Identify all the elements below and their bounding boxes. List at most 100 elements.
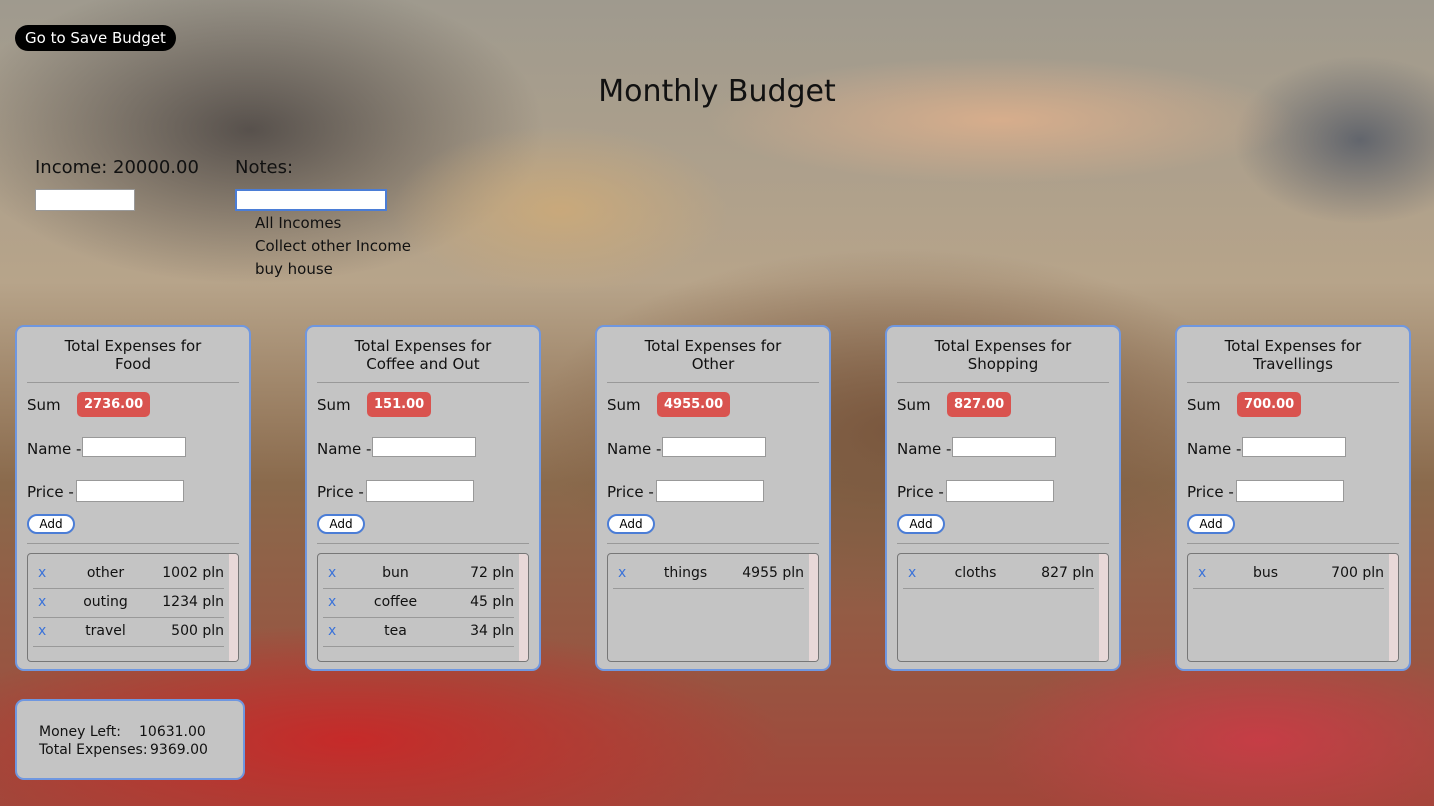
notes-input[interactable] — [235, 189, 387, 211]
expense-item-name: outing — [83, 594, 128, 610]
add-item-button[interactable]: Add — [317, 514, 365, 534]
expense-item-name: coffee — [373, 594, 418, 610]
sum-label: Sum — [607, 396, 641, 414]
expense-card: Total Expenses for Food Sum 2736.00 Name… — [15, 325, 251, 671]
expense-item-price: 700 pln — [1331, 565, 1384, 581]
scrollbar[interactable] — [809, 554, 818, 661]
sum-label: Sum — [897, 396, 931, 414]
name-label: Name - — [607, 440, 662, 458]
expense-card: Total Expenses for Coffee and Out Sum 15… — [305, 325, 541, 671]
divider — [317, 382, 529, 383]
add-item-button[interactable]: Add — [607, 514, 655, 534]
card-category-name: Other — [691, 355, 735, 373]
total-expenses-label: Total Expenses: — [39, 742, 148, 758]
income-input[interactable] — [35, 189, 135, 211]
budget-summary: Money Left: 10631.00 Total Expenses: 936… — [15, 699, 245, 780]
expense-list[interactable]: x things 4955 pln — [607, 553, 819, 662]
delete-item-button[interactable]: x — [38, 594, 46, 610]
go-to-save-budget-button[interactable]: Go to Save Budget — [15, 25, 176, 51]
add-item-button[interactable]: Add — [1187, 514, 1235, 534]
page-title: Monthly Budget — [598, 74, 836, 109]
name-label: Name - — [1187, 440, 1242, 458]
item-price-input[interactable] — [1236, 480, 1344, 502]
sum-badge: 2736.00 — [77, 392, 151, 417]
money-left-value: 10631.00 — [139, 724, 206, 740]
card-title: Total Expenses for Other — [607, 337, 819, 373]
expense-row: x travel 500 pln — [33, 617, 224, 647]
sum-badge: 4955.00 — [657, 392, 731, 417]
total-expenses-line: Total Expenses: 9369.00 — [39, 742, 208, 758]
divider — [897, 543, 1109, 544]
expense-list[interactable]: x bun 72 pln x coffee 45 pln x tea 34 pl… — [317, 553, 529, 662]
expense-item-price: 34 pln — [470, 623, 514, 639]
card-title-line: Total Expenses for — [1224, 337, 1362, 355]
delete-item-button[interactable]: x — [328, 623, 336, 639]
price-label: Price - — [607, 483, 654, 501]
item-name-input[interactable] — [372, 437, 476, 457]
expense-row: x things 4955 pln — [613, 559, 804, 589]
expense-row: x outing 1234 pln — [33, 588, 224, 618]
expense-item-price: 1234 pln — [162, 594, 224, 610]
item-name-input[interactable] — [952, 437, 1056, 457]
item-price-input[interactable] — [946, 480, 1054, 502]
delete-item-button[interactable]: x — [328, 565, 336, 581]
expense-row: x coffee 45 pln — [323, 588, 514, 618]
divider — [607, 382, 819, 383]
card-title: Total Expenses for Travellings — [1187, 337, 1399, 373]
card-category-name: Coffee and Out — [366, 355, 480, 373]
delete-item-button[interactable]: x — [1198, 565, 1206, 581]
total-expenses-value: 9369.00 — [150, 742, 208, 758]
expense-card: Total Expenses for Shopping Sum 827.00 N… — [885, 325, 1121, 671]
sum-badge: 151.00 — [367, 392, 432, 417]
card-category-name: Food — [115, 355, 151, 373]
expense-card: Total Expenses for Other Sum 4955.00 Nam… — [595, 325, 831, 671]
expense-row: x tea 34 pln — [323, 617, 514, 647]
note-item: Collect other Income — [255, 237, 412, 255]
delete-item-button[interactable]: x — [618, 565, 626, 581]
expense-list[interactable]: x other 1002 pln x outing 1234 pln x tra… — [27, 553, 239, 662]
divider — [897, 382, 1109, 383]
add-item-button[interactable]: Add — [897, 514, 945, 534]
name-label: Name - — [317, 440, 372, 458]
card-title: Total Expenses for Food — [27, 337, 239, 373]
item-price-input[interactable] — [76, 480, 184, 502]
sum-badge: 827.00 — [947, 392, 1012, 417]
item-price-input[interactable] — [656, 480, 764, 502]
item-name-input[interactable] — [82, 437, 186, 457]
add-item-button[interactable]: Add — [27, 514, 75, 534]
scrollbar[interactable] — [1099, 554, 1108, 661]
card-title-line: Total Expenses for — [354, 337, 492, 355]
money-left-label: Money Left: — [39, 724, 121, 740]
expense-list[interactable]: x cloths 827 pln — [897, 553, 1109, 662]
expense-item-name: things — [663, 565, 708, 581]
sum-label: Sum — [27, 396, 61, 414]
divider — [317, 543, 529, 544]
expense-item-name: bus — [1252, 565, 1279, 581]
item-name-input[interactable] — [1242, 437, 1346, 457]
scrollbar[interactable] — [1389, 554, 1398, 661]
expense-list[interactable]: x bus 700 pln — [1187, 553, 1399, 662]
card-title-line: Total Expenses for — [934, 337, 1072, 355]
scrollbar[interactable] — [519, 554, 528, 661]
expense-item-price: 72 pln — [470, 565, 514, 581]
delete-item-button[interactable]: x — [38, 623, 46, 639]
item-name-input[interactable] — [662, 437, 766, 457]
income-label: Income: 20000.00 — [35, 157, 199, 178]
delete-item-button[interactable]: x — [328, 594, 336, 610]
expense-item-price: 827 pln — [1041, 565, 1094, 581]
note-item: buy house — [255, 260, 333, 278]
divider — [1187, 543, 1399, 544]
item-price-input[interactable] — [366, 480, 474, 502]
expense-item-name: travel — [85, 623, 126, 639]
expense-item-name: tea — [384, 623, 407, 639]
sum-label: Sum — [317, 396, 351, 414]
card-title-line: Total Expenses for — [644, 337, 782, 355]
notes-list: All Incomes Collect other Income buy hou… — [255, 212, 411, 281]
expense-row: x other 1002 pln — [33, 559, 224, 589]
card-title: Total Expenses for Coffee and Out — [317, 337, 529, 373]
divider — [27, 382, 239, 383]
delete-item-button[interactable]: x — [908, 565, 916, 581]
delete-item-button[interactable]: x — [38, 565, 46, 581]
expense-item-name: cloths — [954, 565, 997, 581]
scrollbar[interactable] — [229, 554, 238, 661]
